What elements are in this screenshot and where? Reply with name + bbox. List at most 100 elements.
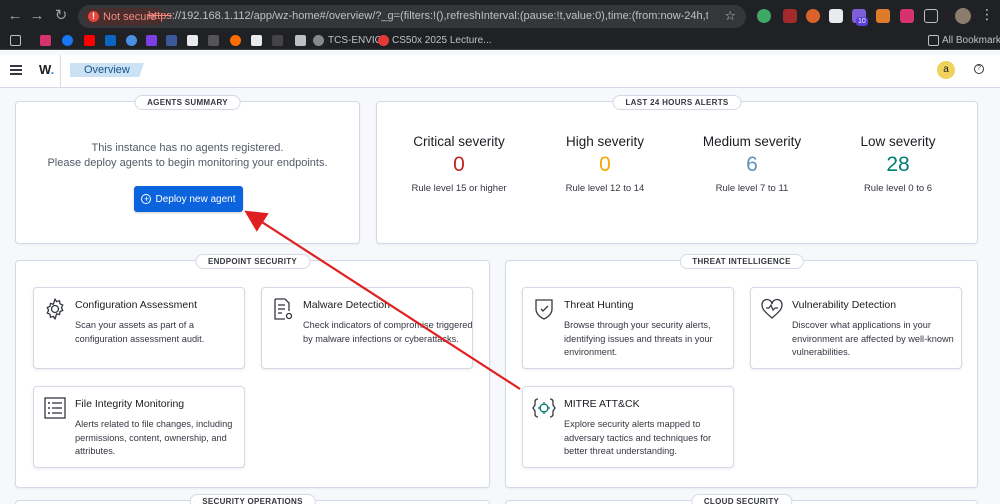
severity-count[interactable]: 0 <box>389 153 529 177</box>
bookmark-label[interactable]: TCS-ENVIO <box>328 35 382 46</box>
apps-grid-icon[interactable] <box>10 35 21 46</box>
extensions-puzzle-icon[interactable] <box>924 9 938 23</box>
severity-label: Medium severity <box>702 134 802 149</box>
severity-rule-range: Rule level 15 or higher <box>411 183 507 194</box>
bookmark-label[interactable]: CS50x 2025 Lecture... <box>392 35 492 46</box>
low-severity-stat[interactable]: Low severity 28 Rule level 0 to 6 <box>828 134 968 194</box>
extension-icon[interactable] <box>876 9 890 23</box>
file-integrity-monitoring-card[interactable]: File Integrity Monitoring Alerts related… <box>33 386 245 468</box>
warning-icon: ! <box>88 11 99 22</box>
address-bar[interactable]: ! Not secure https://192.168.1.112/app/w… <box>78 5 746 28</box>
critical-severity-stat[interactable]: Critical severity 0 Rule level 15 or hig… <box>389 134 529 194</box>
back-icon[interactable]: ← <box>6 7 24 25</box>
panel-title: LAST 24 HOURS ALERTS <box>612 95 742 110</box>
severity-rule-range: Rule level 12 to 14 <box>565 183 645 194</box>
bookmarks-bar: TCS-ENVIO CS50x 2025 Lecture... All Book… <box>0 32 1000 50</box>
mitre-attack-card[interactable]: MITRE ATT&CK Explore security alerts map… <box>522 386 734 468</box>
extension-icon[interactable] <box>806 9 820 23</box>
deploy-new-agent-button[interactable]: + Deploy new agent <box>134 186 243 212</box>
severity-label: Low severity <box>860 134 936 149</box>
card-title: MITRE ATT&CK <box>564 398 640 410</box>
extension-icon[interactable] <box>829 9 843 23</box>
severity-count[interactable]: 28 <box>828 153 968 177</box>
extension-icon[interactable] <box>783 9 797 23</box>
extension-icon[interactable] <box>900 9 914 23</box>
medium-severity-stat[interactable]: Medium severity 6 Rule level 7 to 11 <box>682 134 822 194</box>
user-avatar[interactable]: a <box>937 61 955 79</box>
bookmark-icon[interactable] <box>208 35 219 46</box>
cloud-security-panel: CLOUD SECURITY <box>505 494 978 504</box>
bookmark-icon[interactable] <box>251 35 262 46</box>
severity-label: High severity <box>565 134 645 149</box>
url-text[interactable]: https://192.168.1.112/app/wz-home#/overv… <box>148 10 708 22</box>
card-description: Browse through your security alerts, ide… <box>564 320 713 357</box>
malware-detection-card[interactable]: Malware Detection Check indicators of co… <box>261 287 473 369</box>
endpoint-security-panel: ENDPOINT SECURITY Configuration Assessme… <box>15 254 490 488</box>
bookmark-star-icon[interactable]: ☆ <box>724 8 736 24</box>
gear-icon <box>46 298 64 320</box>
bookmark-icon[interactable] <box>378 35 389 46</box>
folder-icon <box>928 35 939 46</box>
crosshair-icon <box>532 398 556 418</box>
help-icon[interactable]: ? <box>974 64 984 74</box>
agents-message-line1: This instance has no agents registered. <box>91 142 284 154</box>
bookmark-icon[interactable] <box>146 35 157 46</box>
vulnerability-detection-card[interactable]: Vulnerability Detection Discover what ap… <box>750 287 962 369</box>
bookmark-icon[interactable] <box>166 35 177 46</box>
severity-count[interactable]: 0 <box>535 153 675 177</box>
bookmark-icon[interactable] <box>105 35 116 46</box>
browser-toolbar: ← → ↻ ! Not secure https://192.168.1.112… <box>0 0 1000 32</box>
severity-count[interactable]: 6 <box>682 153 822 177</box>
bookmark-icon[interactable] <box>313 35 324 46</box>
document-gear-icon <box>274 298 293 320</box>
grammarly-extension-icon[interactable] <box>757 9 771 23</box>
hamburger-menu-icon[interactable] <box>10 65 22 75</box>
severity-rule-range: Rule level 7 to 11 <box>715 183 789 194</box>
wazuh-logo[interactable]: W. <box>39 62 54 77</box>
plus-circle-icon: + <box>141 194 152 204</box>
bookmark-icon[interactable] <box>40 35 51 46</box>
card-description: Scan your assets as part of a configurat… <box>75 320 205 344</box>
panel-title: ENDPOINT SECURITY <box>194 254 311 269</box>
menu-kebab-icon[interactable]: ⋮ <box>980 6 994 23</box>
shield-icon <box>535 299 553 320</box>
card-title: Configuration Assessment <box>75 299 197 311</box>
bookmark-icon[interactable] <box>272 35 283 46</box>
threat-hunting-card[interactable]: Threat Hunting Browse through your secur… <box>522 287 734 369</box>
forward-icon[interactable]: → <box>28 7 46 25</box>
card-description: Alerts related to file changes, includin… <box>75 419 233 456</box>
alerts-panel: LAST 24 HOURS ALERTS Critical severity 0… <box>376 95 978 244</box>
bookmark-icon[interactable] <box>126 35 137 46</box>
panel-title: CLOUD SECURITY <box>690 494 793 504</box>
bookmark-icon[interactable] <box>295 35 306 46</box>
bookmark-icon[interactable] <box>230 35 241 46</box>
all-bookmarks-link[interactable]: All Bookmarks <box>942 35 1000 46</box>
list-icon <box>44 397 66 419</box>
card-description: Discover what applications in your envir… <box>792 320 954 357</box>
bookmark-icon[interactable] <box>62 35 73 46</box>
panel-title: AGENTS SUMMARY <box>134 95 241 110</box>
agents-message-line2: Please deploy agents to begin monitoring… <box>47 157 328 169</box>
configuration-assessment-card[interactable]: Configuration Assessment Scan your asset… <box>33 287 245 369</box>
threat-intelligence-panel: THREAT INTELLIGENCE Threat Hunting Brows… <box>505 254 978 488</box>
bookmark-icon[interactable] <box>84 35 95 46</box>
card-title: Threat Hunting <box>564 299 634 311</box>
card-description: Explore security alerts mapped to advers… <box>564 419 712 456</box>
security-operations-panel: SECURITY OPERATIONS <box>15 494 490 504</box>
high-severity-stat[interactable]: High severity 0 Rule level 12 to 14 <box>535 134 675 194</box>
bookmark-icon[interactable] <box>187 35 198 46</box>
card-description: Check indicators of compromise triggered… <box>303 320 473 344</box>
card-title: File Integrity Monitoring <box>75 398 185 410</box>
breadcrumb[interactable]: Overview <box>70 63 144 77</box>
panel-title: SECURITY OPERATIONS <box>189 494 316 504</box>
profile-avatar[interactable] <box>955 8 971 24</box>
reload-icon[interactable]: ↻ <box>52 7 70 25</box>
card-title: Malware Detection <box>303 299 390 311</box>
severity-label: Critical severity <box>413 134 505 149</box>
heart-pulse-icon <box>761 298 783 319</box>
agents-summary-panel: AGENTS SUMMARY This instance has no agen… <box>15 95 360 244</box>
panel-title: THREAT INTELLIGENCE <box>679 254 804 269</box>
header-divider <box>60 55 61 88</box>
card-title: Vulnerability Detection <box>792 299 897 311</box>
extension-badge: 10 <box>856 17 868 26</box>
